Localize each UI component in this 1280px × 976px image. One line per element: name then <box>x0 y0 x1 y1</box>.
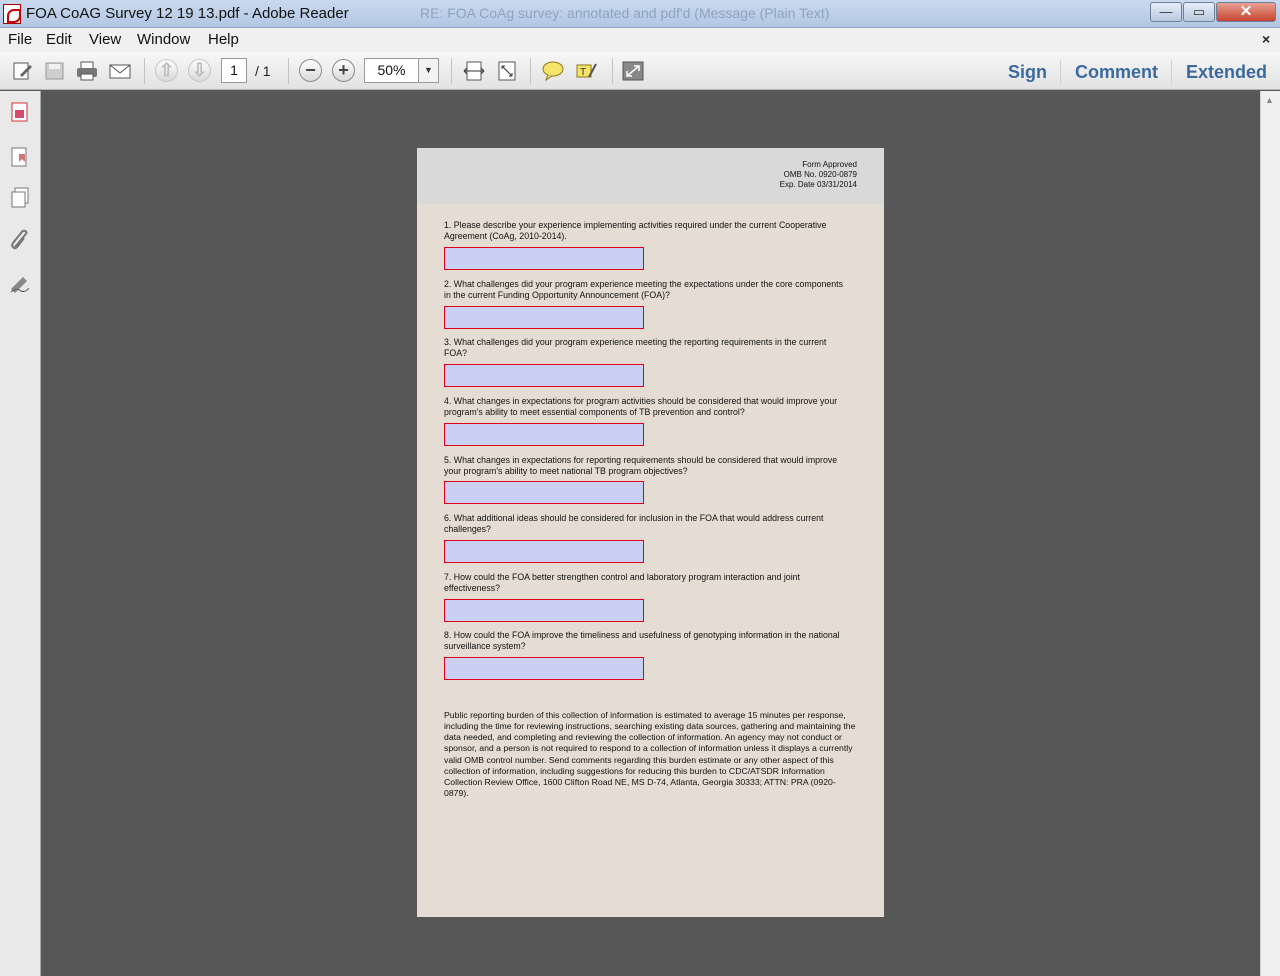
question-1-field[interactable] <box>444 247 644 270</box>
fit-page-icon[interactable] <box>496 61 518 81</box>
question-3-text: 3. What challenges did your program expe… <box>444 337 827 358</box>
zoom-in-button[interactable]: + <box>332 59 355 82</box>
form-approved-label: Form Approved <box>802 160 857 169</box>
question-6-text: 6. What additional ideas should be consi… <box>444 513 824 534</box>
background-window-title: RE: FOA CoAg survey: annotated and pdf'd… <box>420 5 830 21</box>
extended-pane-button[interactable]: Extended <box>1186 62 1267 83</box>
question-7-field[interactable] <box>444 599 644 622</box>
email-icon[interactable] <box>109 61 131 81</box>
minimize-button[interactable]: — <box>1150 2 1182 22</box>
question-8-field[interactable] <box>444 657 644 680</box>
page-number-input[interactable]: 1 <box>221 58 247 83</box>
question-1-text: 1. Please describe your experience imple… <box>444 220 827 241</box>
signatures-icon[interactable] <box>9 273 31 295</box>
separator <box>451 58 452 84</box>
adobe-reader-icon <box>3 4 21 24</box>
menu-bar: File Edit View Window Help × <box>0 28 1280 52</box>
question-5-text: 5. What changes in expectations for repo… <box>444 455 838 476</box>
question-8-text: 8. How could the FOA improve the timelin… <box>444 630 840 651</box>
maximize-button[interactable]: ▭ <box>1183 2 1215 22</box>
attachments-icon[interactable] <box>9 229 31 251</box>
bookmarks-icon[interactable] <box>9 146 31 168</box>
zoom-dropdown-icon[interactable]: ▼ <box>418 58 439 83</box>
pdf-page: Form Approved OMB No. 0920-0879 Exp. Dat… <box>417 148 884 917</box>
separator <box>144 58 145 84</box>
window-title: FOA CoAG Survey 12 19 13.pdf - Adobe Rea… <box>26 5 349 22</box>
separator <box>288 58 289 84</box>
sign-pane-button[interactable]: Sign <box>1008 62 1047 83</box>
menu-window[interactable]: Window <box>137 31 190 48</box>
title-bar: FOA CoAG Survey 12 19 13.pdf - Adobe Rea… <box>0 0 1280 28</box>
toolbar: ⇧ ⇩ 1 / 1 − + 50% ▼ T Sign Comment Exten… <box>0 52 1280 90</box>
burden-statement: Public reporting burden of this collecti… <box>444 710 856 799</box>
create-pdf-icon[interactable] <box>12 61 34 81</box>
question-2-field[interactable] <box>444 306 644 329</box>
print-icon[interactable] <box>76 61 98 81</box>
highlight-text-icon[interactable]: T <box>576 61 598 81</box>
omb-number: OMB No. 0920-0879 <box>783 170 857 179</box>
question-6-field[interactable] <box>444 540 644 563</box>
question-3-field[interactable] <box>444 364 644 387</box>
navigation-panel <box>0 91 41 976</box>
separator <box>612 58 613 84</box>
zoom-out-button[interactable]: − <box>299 59 322 82</box>
separator <box>530 58 531 84</box>
previous-page-button[interactable]: ⇧ <box>155 59 178 82</box>
question-4-field[interactable] <box>444 423 644 446</box>
expiration-date: Exp. Date 03/31/2014 <box>779 180 857 189</box>
menu-edit[interactable]: Edit <box>46 31 72 48</box>
zoom-level-input[interactable]: 50% <box>364 58 418 83</box>
question-5-field[interactable] <box>444 481 644 504</box>
close-document-icon[interactable]: × <box>1262 31 1270 47</box>
question-7-text: 7. How could the FOA better strengthen c… <box>444 572 800 593</box>
menu-file[interactable]: File <box>8 31 32 48</box>
question-2-text: 2. What challenges did your program expe… <box>444 279 844 300</box>
menu-view[interactable]: View <box>89 31 121 48</box>
vertical-scrollbar[interactable]: ▲ <box>1260 91 1280 976</box>
scroll-up-icon[interactable]: ▲ <box>1265 95 1274 105</box>
comment-pane-button[interactable]: Comment <box>1075 62 1158 83</box>
close-window-button[interactable]: ✕ <box>1216 2 1276 22</box>
full-screen-icon[interactable] <box>622 61 644 81</box>
next-page-button[interactable]: ⇩ <box>188 59 211 82</box>
separator <box>1060 60 1061 84</box>
svg-text:T: T <box>580 67 586 78</box>
question-4-text: 4. What changes in expectations for prog… <box>444 396 838 417</box>
save-icon[interactable] <box>44 61 66 81</box>
menu-help[interactable]: Help <box>208 31 239 48</box>
fit-width-icon[interactable] <box>463 61 485 81</box>
page-total: / 1 <box>255 63 271 79</box>
separator <box>1171 60 1172 84</box>
layers-icon[interactable] <box>9 186 31 208</box>
page-header: Form Approved OMB No. 0920-0879 Exp. Dat… <box>417 148 884 204</box>
page-thumbnails-icon[interactable] <box>9 101 31 123</box>
sticky-note-icon[interactable] <box>542 61 564 81</box>
